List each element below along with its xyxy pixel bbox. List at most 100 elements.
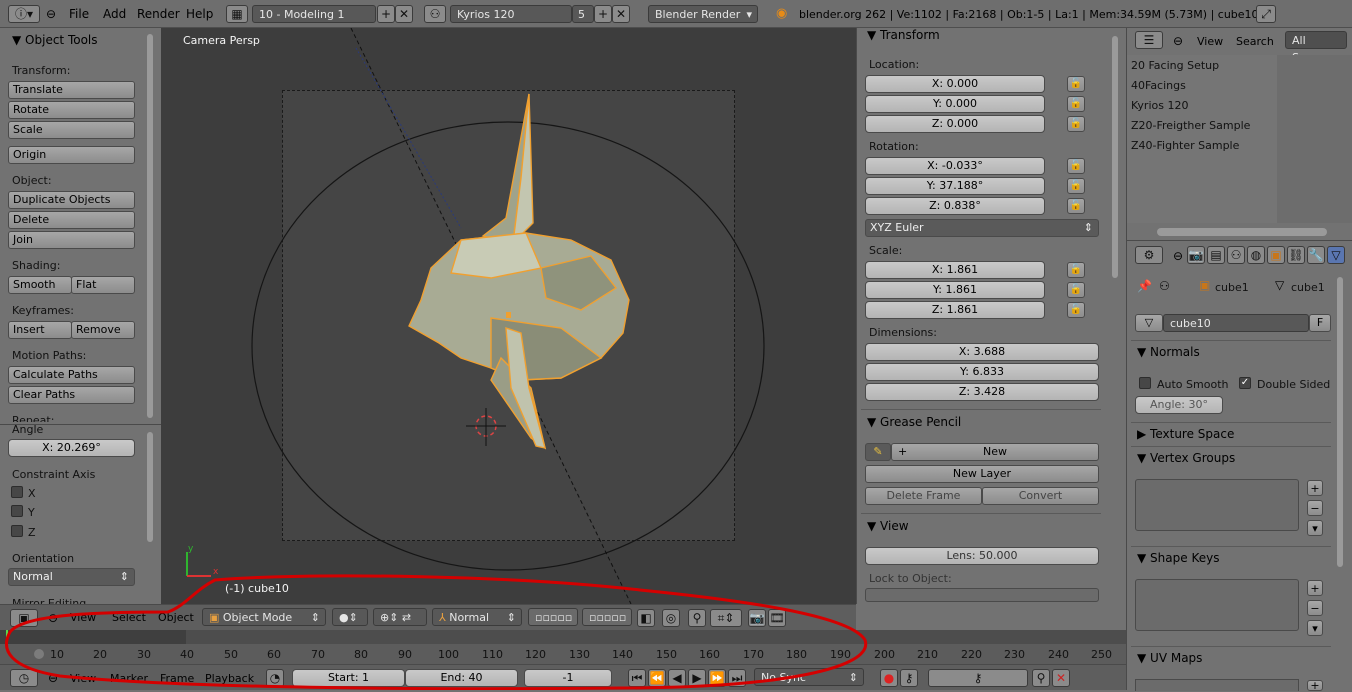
- snap-element-dropdown[interactable]: ⌗⇕: [710, 609, 742, 627]
- lock-icon[interactable]: 🔓: [1067, 76, 1085, 92]
- delete-frame-button[interactable]: Delete Frame: [865, 487, 982, 505]
- modifiers-tab-icon[interactable]: 🔧: [1307, 246, 1325, 264]
- collapse-menu-icon[interactable]: ⊖: [46, 7, 56, 21]
- constraints-tab-icon[interactable]: ⛓: [1287, 246, 1305, 264]
- outliner-item[interactable]: 40Facings: [1131, 79, 1186, 92]
- double-sided-checkbox[interactable]: ✓: [1239, 377, 1251, 389]
- proportional-edit-icon[interactable]: ◎: [662, 609, 680, 627]
- texture-space-header[interactable]: ▶ Texture Space: [1137, 427, 1234, 441]
- layers-block-1[interactable]: ▫▫▫▫▫: [528, 608, 578, 626]
- constraint-z-checkbox[interactable]: [11, 525, 23, 537]
- join-button[interactable]: Join: [8, 231, 135, 249]
- shape-key-menu-icon[interactable]: ▾: [1307, 620, 1323, 636]
- rotate-button[interactable]: Rotate: [8, 101, 135, 119]
- keying-set-field[interactable]: ⚷: [928, 669, 1028, 687]
- insert-keyframe-button[interactable]: Insert: [8, 321, 72, 339]
- calculate-paths-button[interactable]: Calculate Paths: [8, 366, 135, 384]
- scene-tab-icon[interactable]: ⚇: [1227, 246, 1245, 264]
- current-frame-field[interactable]: -1: [524, 669, 612, 687]
- add-scene-icon[interactable]: +: [594, 5, 612, 23]
- lock-object-field[interactable]: [865, 588, 1099, 602]
- lock-camera-icon[interactable]: ◧: [637, 609, 655, 627]
- rotation-x-field[interactable]: X: -0.033°: [865, 157, 1045, 175]
- outliner-hscroll[interactable]: [1157, 228, 1327, 236]
- menu-file[interactable]: File: [69, 7, 89, 21]
- scale-button[interactable]: Scale: [8, 121, 135, 139]
- fake-user-button[interactable]: F: [1309, 314, 1331, 332]
- add-layout-icon[interactable]: +: [377, 5, 395, 23]
- remove-vertex-group-icon[interactable]: −: [1307, 500, 1323, 516]
- mesh-browse-icon[interactable]: ▽: [1135, 314, 1163, 332]
- timeline-menu-playback[interactable]: Playback: [205, 672, 254, 685]
- menu-help[interactable]: Help: [186, 7, 213, 21]
- timeline-scroll-handle[interactable]: [34, 649, 44, 659]
- menu-add[interactable]: Add: [103, 7, 126, 21]
- scale-z-field[interactable]: Z: 1.861: [865, 301, 1045, 319]
- prev-keyframe-icon[interactable]: ⏪: [648, 669, 666, 687]
- view-panel-header[interactable]: ▼ View: [867, 519, 909, 533]
- scale-x-field[interactable]: X: 1.861: [865, 261, 1045, 279]
- layout-browse-icon[interactable]: ▦: [226, 5, 248, 23]
- normals-header[interactable]: ▼ Normals: [1137, 345, 1200, 359]
- lock-icon[interactable]: 🔓: [1067, 116, 1085, 132]
- angle-field[interactable]: X: 20.269°: [8, 439, 135, 457]
- preview-range-icon[interactable]: ◔: [266, 669, 284, 687]
- shape-keys-list[interactable]: [1135, 579, 1299, 631]
- vertex-groups-header[interactable]: ▼ Vertex Groups: [1137, 451, 1235, 465]
- mesh-name-field[interactable]: cube10: [1163, 314, 1309, 332]
- lock-icon[interactable]: 🔓: [1067, 302, 1085, 318]
- outliner-display-dropdown[interactable]: All Scenes: [1285, 31, 1347, 64]
- timeline-menu-frame[interactable]: Frame: [160, 672, 194, 685]
- pencil-icon[interactable]: ✎: [865, 443, 891, 461]
- properties-editor-scrollbar[interactable]: [1337, 277, 1343, 567]
- orientation-dropdown[interactable]: Normal ⇕: [8, 568, 135, 586]
- mode-dropdown[interactable]: ▣ Object Mode ⇕: [202, 608, 326, 626]
- object-tab-icon[interactable]: ▣: [1267, 246, 1285, 264]
- world-tab-icon[interactable]: ◍: [1247, 246, 1265, 264]
- collapse-icon[interactable]: ⊖: [48, 611, 58, 625]
- dimensions-z-field[interactable]: Z: 3.428: [865, 383, 1099, 401]
- duplicate-objects-button[interactable]: Duplicate Objects: [8, 191, 135, 209]
- lock-icon[interactable]: 🔓: [1067, 262, 1085, 278]
- dimensions-y-field[interactable]: Y: 6.833: [865, 363, 1099, 381]
- editor-type-3d-icon[interactable]: ▣: [10, 609, 38, 627]
- editor-type-timeline-icon[interactable]: ◷: [10, 669, 38, 687]
- delete-layout-icon[interactable]: ✕: [395, 5, 413, 23]
- render-icon[interactable]: 📷: [748, 609, 766, 627]
- jump-end-icon[interactable]: ⏭: [728, 669, 746, 687]
- lens-field[interactable]: Lens: 50.000: [865, 547, 1099, 565]
- remove-shape-key-icon[interactable]: −: [1307, 600, 1323, 616]
- insert-keyframe-icon[interactable]: ⚲: [1032, 669, 1050, 687]
- outliner-collapse-icon[interactable]: ⊖: [1173, 34, 1183, 48]
- delete-scene-icon[interactable]: ✕: [612, 5, 630, 23]
- outliner-item[interactable]: Kyrios 120: [1131, 99, 1188, 112]
- sync-dropdown[interactable]: No Sync ⇕: [754, 668, 864, 686]
- layers-block-2[interactable]: ▫▫▫▫▫: [582, 608, 632, 626]
- render-anim-icon[interactable]: 🎞: [768, 609, 786, 627]
- shape-keys-header[interactable]: ▼ Shape Keys: [1137, 551, 1219, 565]
- outliner-menu-search[interactable]: Search: [1236, 35, 1274, 48]
- properties-editor-type-icon[interactable]: ⚙: [1135, 246, 1163, 264]
- outliner-menu-view[interactable]: View: [1197, 35, 1223, 48]
- clear-paths-button[interactable]: Clear Paths: [8, 386, 135, 404]
- shading-dropdown[interactable]: ●⇕: [332, 608, 368, 626]
- fullscreen-icon[interactable]: ⤢: [1256, 5, 1276, 23]
- object-tools-header[interactable]: ▼ Object Tools: [12, 33, 98, 47]
- origin-button[interactable]: Origin: [8, 146, 135, 164]
- location-z-field[interactable]: Z: 0.000: [865, 115, 1045, 133]
- current-frame-marker[interactable]: [6, 630, 8, 644]
- start-frame-field[interactable]: Start: 1: [292, 669, 405, 687]
- lock-icon[interactable]: 🔓: [1067, 96, 1085, 112]
- play-icon[interactable]: ▶: [688, 669, 706, 687]
- timeline-ruler[interactable]: [0, 644, 1127, 664]
- add-vertex-group-icon[interactable]: +: [1307, 480, 1323, 496]
- flat-button[interactable]: Flat: [71, 276, 135, 294]
- layout-name-field[interactable]: 10 - Modeling 1: [252, 5, 376, 23]
- properties-collapse-icon[interactable]: ⊖: [1173, 249, 1183, 263]
- menu-object[interactable]: Object: [158, 611, 194, 624]
- timeline-strip[interactable]: [0, 630, 1127, 644]
- add-uv-map-icon[interactable]: +: [1307, 680, 1323, 691]
- grease-pencil-new-button[interactable]: + New: [891, 443, 1099, 461]
- layers-tab-icon[interactable]: ▤: [1207, 246, 1225, 264]
- constraint-x-checkbox[interactable]: [11, 486, 23, 498]
